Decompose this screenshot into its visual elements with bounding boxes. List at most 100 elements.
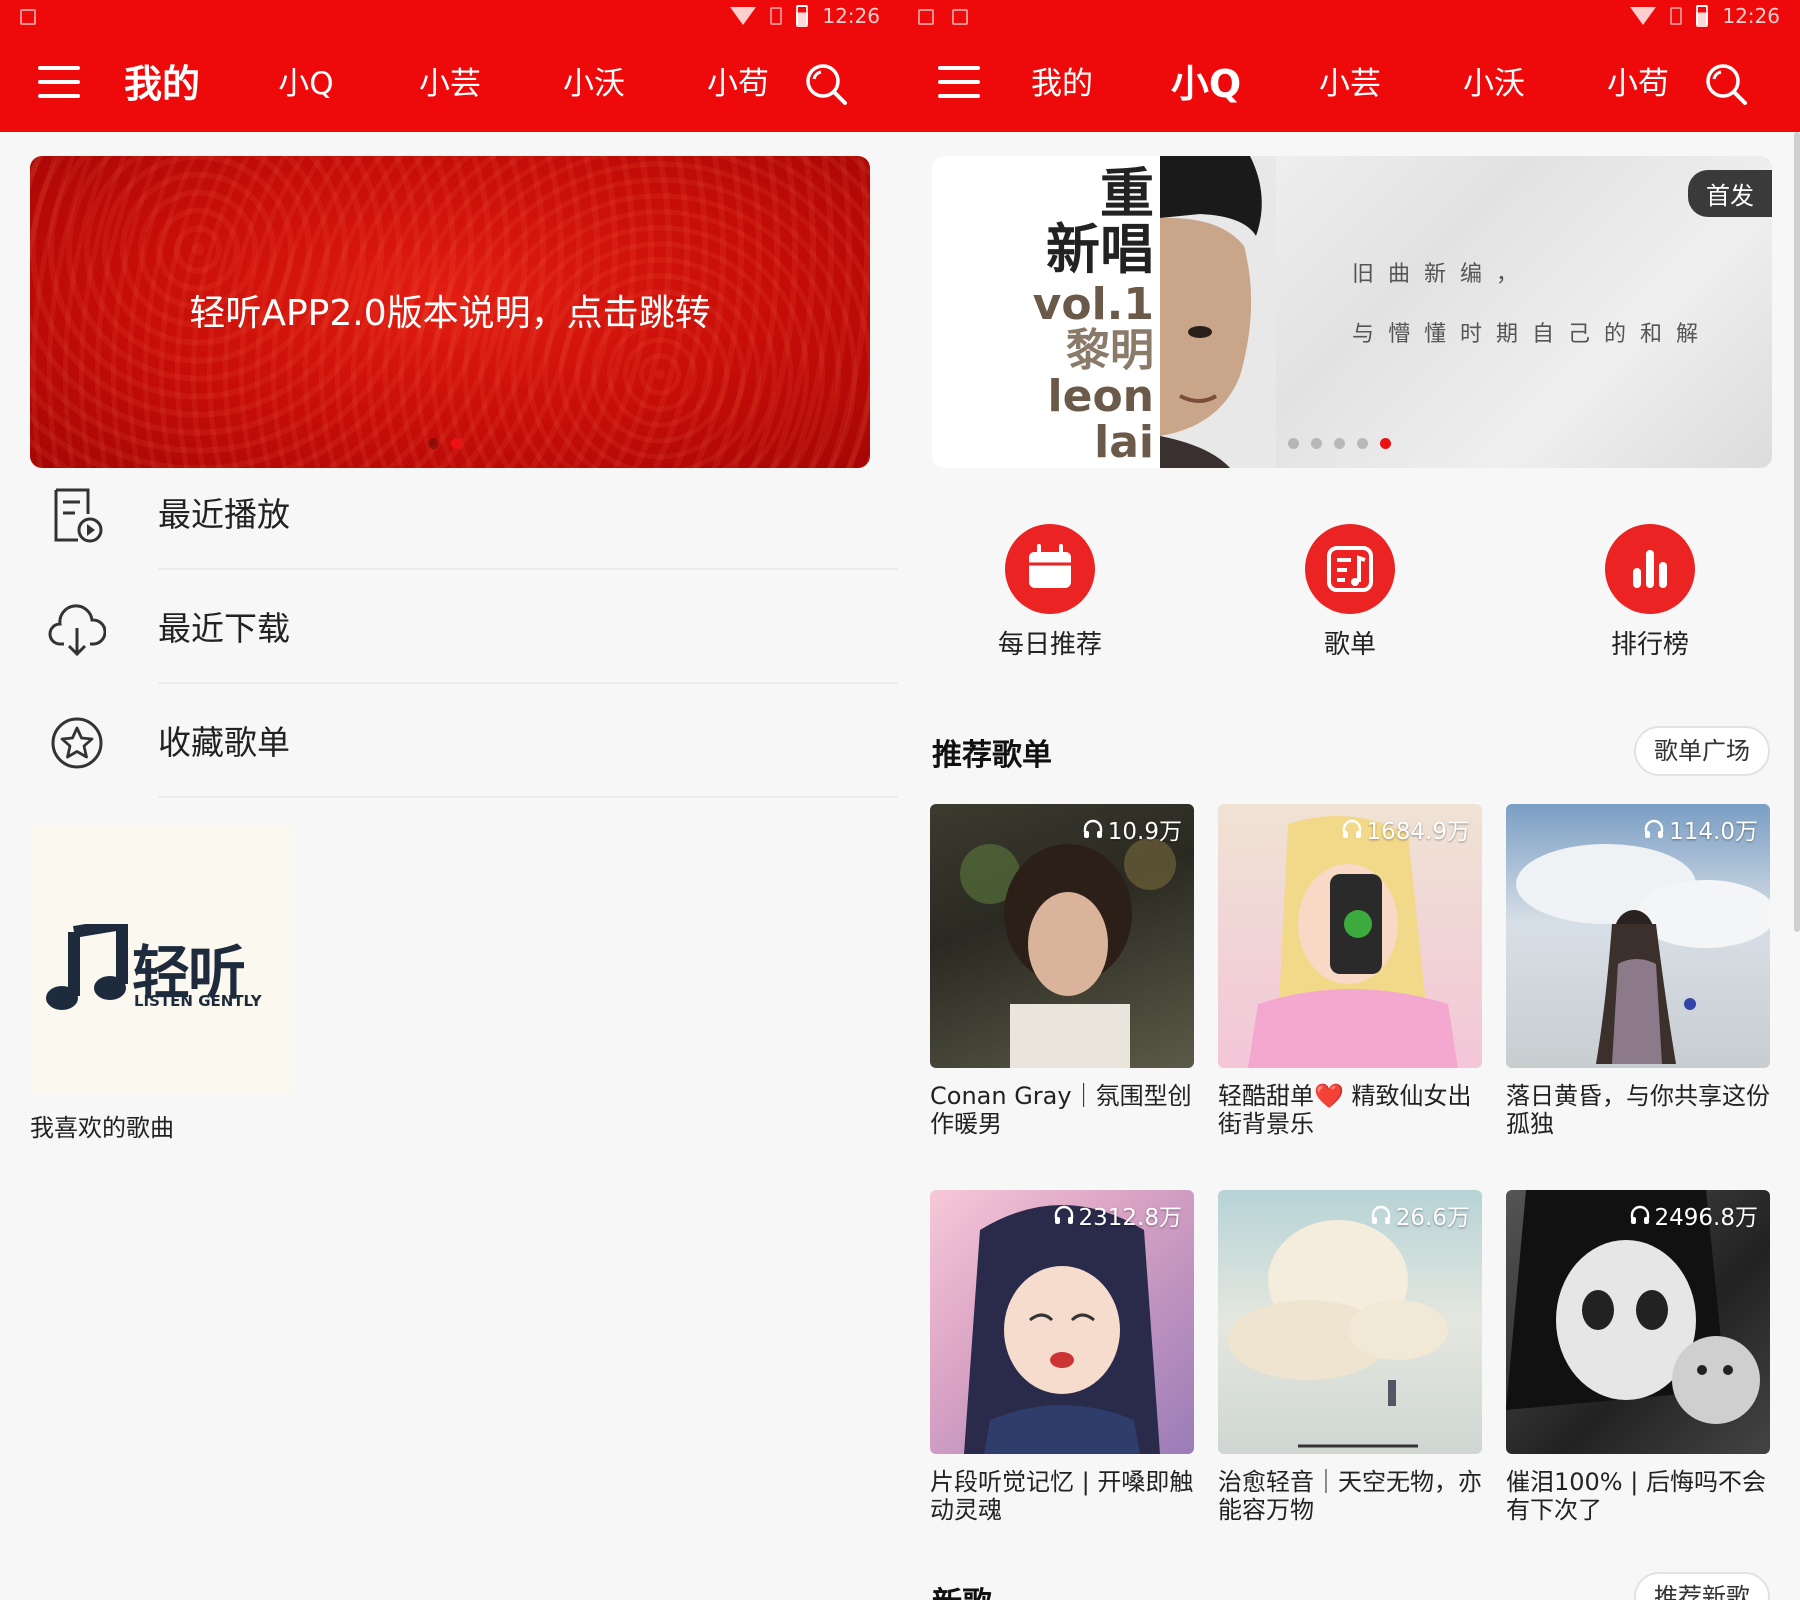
playlist-cover: 2312.8万 [930,1190,1194,1454]
playlist-cover: 26.6万 [1218,1190,1482,1454]
tab-bar: 我的 小Q 小芸 小沃 小苟 [0,40,900,128]
banner-caption-1: 旧曲新编， [1352,262,1533,287]
playlist-card[interactable]: 26.6万 治愈轻音｜天空无物，亦能容万物 [1218,1190,1482,1524]
banner-title: 重 新唱 [1046,162,1154,281]
daily-recommend-button[interactable]: 每日推荐 [970,524,1130,661]
banner-dot[interactable] [1334,438,1345,449]
banner-dot[interactable] [1311,438,1322,449]
announcement-banner[interactable]: 轻听APP2.0版本说明，点击跳转 [30,156,870,468]
playlist-title: 催泪100% | 后悔吗不会有下次了 [1506,1468,1766,1524]
play-count: 10.9万 [1082,812,1182,846]
scrollbar[interactable] [1794,132,1800,932]
star-circle-icon [51,717,103,769]
tab-my[interactable]: 我的 [102,40,222,128]
banner-dot-active[interactable] [451,438,462,449]
tab-my[interactable]: 我的 [1002,40,1122,128]
quick-label: 排行榜 [1610,630,1689,660]
headphones-icon [1644,819,1664,838]
divider [158,796,898,798]
battery-icon [1696,5,1709,27]
favorite-songs-cover[interactable]: 轻听 LISTEN GENTLY [30,828,294,1092]
cloud-download-icon [48,604,106,657]
list-item-recent-download[interactable]: 最近下载 [0,570,900,684]
playlist-title: 片段听觉记忆 | 开嗓即触动灵魂 [930,1468,1194,1524]
banner-indicator [428,438,462,449]
tab-xiaoyun[interactable]: 小芸 [390,40,510,128]
playlist-icon [1327,546,1373,592]
playlist-card[interactable]: 2312.8万 片段听觉记忆 | 开嗓即触动灵魂 [930,1190,1194,1524]
quick-label: 每日推荐 [997,630,1102,660]
screen-my: 12:26 我的 小Q 小芸 小沃 小苟 轻听APP2.0版本说明，点击跳转 最… [0,0,900,1600]
screen-xiaoq: 12:26 我的 小Q 小芸 小沃 小苟 重 新唱 vol.1 黎明 leon … [900,0,1800,1600]
first-release-badge: 首发 [1688,170,1772,217]
tab-xiaogou[interactable]: 小苟 [1578,40,1698,128]
favorite-songs-label[interactable]: 我喜欢的歌曲 [30,1108,174,1143]
wifi-icon [730,7,757,25]
banner-indicator [1288,438,1391,449]
list-item-collected-playlists[interactable]: 收藏歌单 [0,684,900,798]
headphones-icon [1630,1205,1649,1224]
image-notification-icon [918,9,934,25]
tab-xiaoq[interactable]: 小Q [246,40,366,128]
status-right: 12:26 [1630,4,1780,28]
qcircle [1305,524,1395,614]
headphones-icon [1054,1205,1073,1224]
playlist-square-button[interactable]: 歌单广场 [1634,726,1770,776]
menu-icon[interactable] [938,64,980,100]
playlist-cover: 10.9万 [930,804,1194,1068]
banner-dot[interactable] [1288,438,1299,449]
banner-caption-2: 与懵懂时期自己的和解 [1352,322,1713,347]
list-label: 最近下载 [158,609,290,648]
playlist-cover: 1684.9万 [1218,804,1482,1068]
headphones-icon [1371,1205,1390,1224]
playlist-card[interactable]: 1684.9万 轻酷甜单❤️ 精致仙女出街背景乐 [1218,804,1482,1138]
app-header: 12:26 我的 小Q 小芸 小沃 小苟 [900,0,1800,132]
status-bar: 12:26 [0,0,900,38]
play-count: 2496.8万 [1629,1198,1758,1232]
headphones-icon [1342,819,1361,838]
banner-dot-active[interactable] [1380,438,1391,449]
search-icon[interactable] [804,62,848,106]
tab-xiaoyun[interactable]: 小芸 [1290,40,1410,128]
banner-dot[interactable] [428,438,439,449]
recommend-new-songs-button[interactable]: 推荐新歌 [1634,1572,1770,1600]
ranking-button[interactable]: 排行榜 [1570,524,1730,661]
playlist-title: Conan Gray｜氛围型创作暖男 [930,1082,1192,1138]
music-note-icon [46,924,128,1010]
qcircle [1605,524,1695,614]
banner-subtitle: vol.1 黎明 leon lai [1032,279,1154,468]
playlist-card[interactable]: 114.0万 落日黄昏，与你共享这份孤独 [1506,804,1770,1138]
headphones-icon [1083,819,1102,838]
notification-icon [952,9,968,25]
logo-subtitle: LISTEN GENTLY [134,992,262,1010]
status-bar: 12:26 [900,0,1800,38]
playlist-title: 轻酷甜单❤️ 精致仙女出街背景乐 [1218,1082,1472,1138]
playlist-card[interactable]: 2496.8万 催泪100% | 后悔吗不会有下次了 [1506,1190,1770,1524]
calendar-icon [1029,544,1071,588]
sim-icon [770,7,783,25]
album-banner[interactable]: 重 新唱 vol.1 黎明 leon lai 首发 旧曲新编， 与懵懂时期自己的… [932,156,1772,468]
banner-dot[interactable] [1357,438,1368,449]
tab-xiaogou[interactable]: 小苟 [678,40,798,128]
tab-xiaoq[interactable]: 小Q [1146,40,1266,128]
playlist-cover: 114.0万 [1506,804,1770,1068]
chart-icon [1633,550,1667,588]
tab-bar: 我的 小Q 小芸 小沃 小苟 [900,40,1800,128]
quick-label: 歌单 [1323,630,1376,660]
artist-portrait [1160,156,1276,468]
list-item-recent-play[interactable]: 最近播放 [0,456,900,570]
status-time: 12:26 [1722,4,1780,28]
menu-icon[interactable] [38,64,80,100]
playlist-title: 治愈轻音｜天空无物，亦能容万物 [1218,1468,1482,1524]
playlist-button[interactable]: 歌单 [1270,524,1430,661]
playlist-card[interactable]: 10.9万 Conan Gray｜氛围型创作暖男 [930,804,1194,1138]
status-time: 12:26 [822,4,880,28]
search-icon[interactable] [1704,62,1748,106]
tab-xiaowo[interactable]: 小沃 [534,40,654,128]
qcircle [1005,524,1095,614]
banner-text: 轻听APP2.0版本说明，点击跳转 [189,293,711,334]
section-title-recommend: 推荐歌单 [932,738,1052,773]
play-count: 26.6万 [1370,1198,1470,1232]
app-header: 12:26 我的 小Q 小芸 小沃 小苟 [0,0,900,132]
tab-xiaowo[interactable]: 小沃 [1434,40,1554,128]
